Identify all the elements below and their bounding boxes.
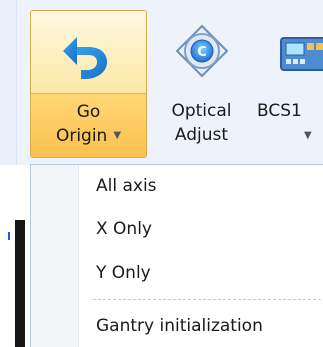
go-origin-split-button[interactable]: Go Origin ▼ xyxy=(30,10,147,158)
svg-text:C: C xyxy=(197,45,207,60)
optical-adjust-label-line2: Adjust xyxy=(174,125,229,145)
chevron-down-icon[interactable]: ▼ xyxy=(113,126,121,146)
crosshair-c-icon: C xyxy=(175,24,229,82)
menu-item-gantry-initialization[interactable]: Gantry initialization xyxy=(96,315,263,337)
bcs1-button[interactable]: BCS1 ▼ xyxy=(257,10,323,158)
go-origin-label-text: Origin xyxy=(55,126,108,146)
go-origin-dropdown-menu: All axis X Only Y Only Gantry initializa… xyxy=(30,164,323,347)
bcs1-label: BCS1 xyxy=(257,101,302,121)
go-origin-label-line2: Origin ▼ xyxy=(31,126,146,146)
background-dark-panel xyxy=(15,220,25,347)
ribbon-left-edge xyxy=(0,0,17,165)
menu-separator xyxy=(93,299,323,300)
menu-icon-gutter xyxy=(31,165,79,347)
undo-arrow-icon xyxy=(59,29,115,89)
go-origin-main-part[interactable] xyxy=(31,11,146,94)
optical-adjust-label-line1: Optical xyxy=(171,101,232,121)
ribbon-bar: Go Origin ▼ C Optical Adjust BCS1 ▼ xyxy=(0,0,323,165)
optical-adjust-button[interactable]: C Optical Adjust xyxy=(150,10,253,158)
chevron-down-icon[interactable]: ▼ xyxy=(304,126,312,146)
menu-item-y-only[interactable]: Y Only xyxy=(96,262,151,284)
controller-panel-icon xyxy=(279,32,323,80)
menu-item-x-only[interactable]: X Only xyxy=(96,218,152,240)
menu-item-all-axis[interactable]: All axis xyxy=(96,175,157,197)
side-marker xyxy=(8,232,10,240)
go-origin-dropdown-part[interactable]: Go Origin ▼ xyxy=(31,94,146,157)
go-origin-label-line1: Go xyxy=(76,102,101,122)
